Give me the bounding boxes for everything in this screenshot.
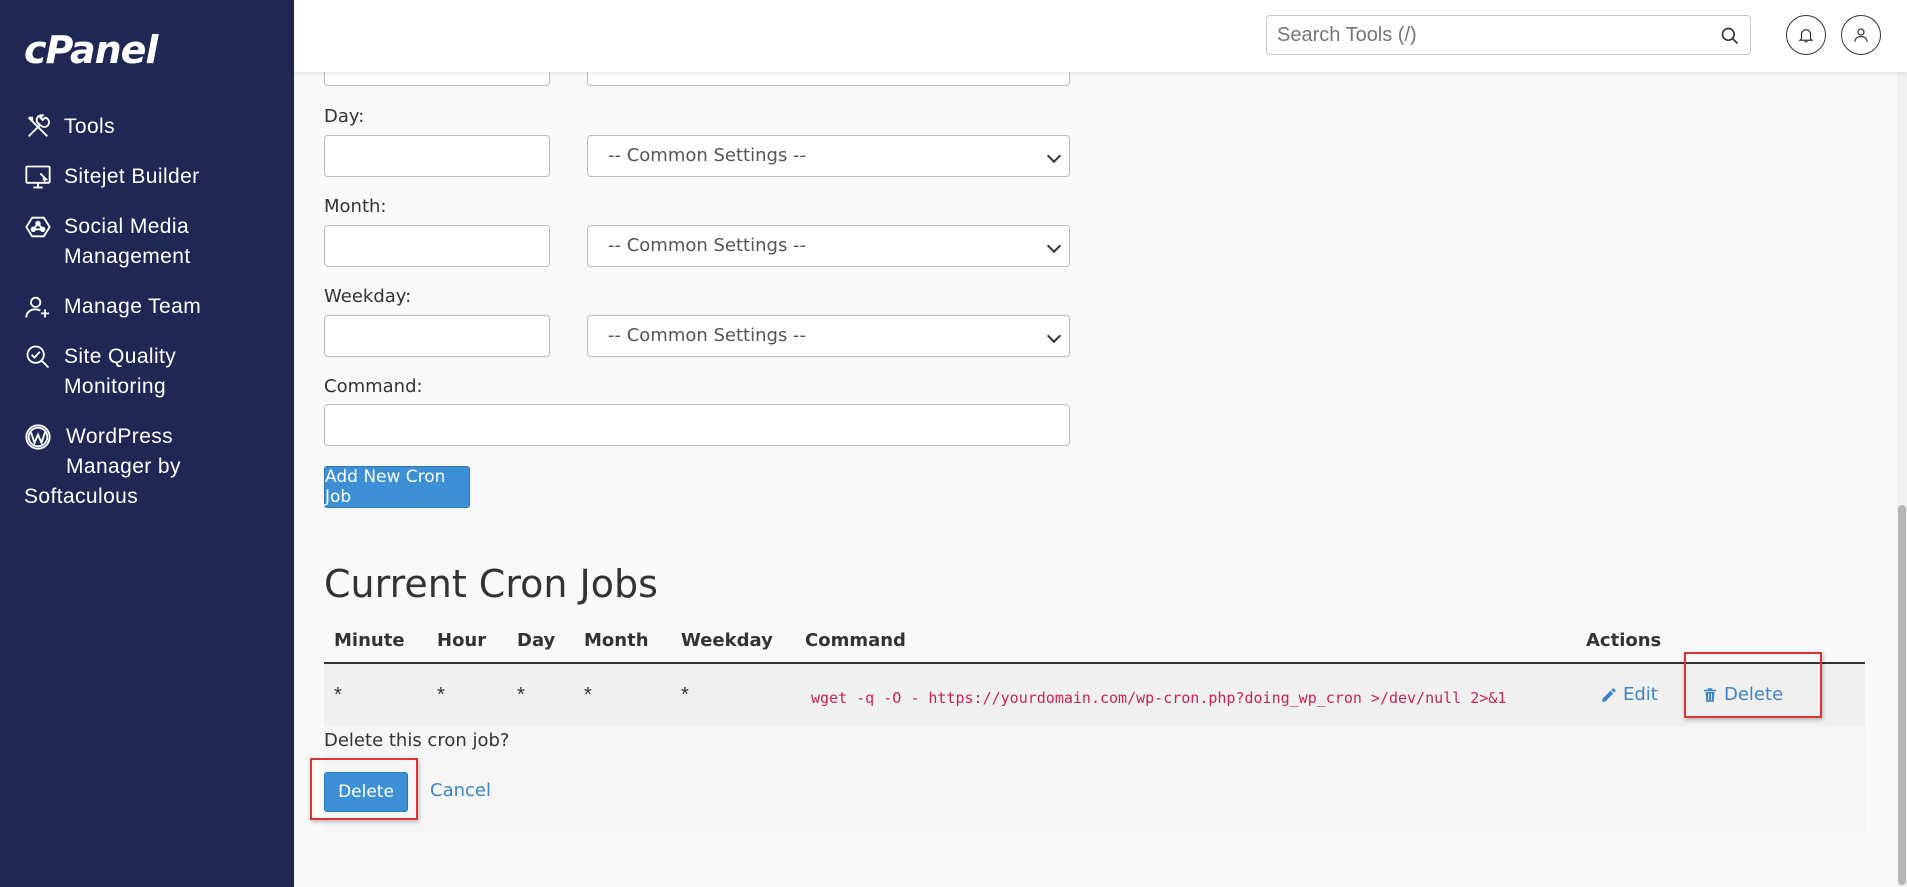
sidebar-item-label: Tools — [64, 115, 116, 138]
chevron-down-icon — [1046, 328, 1062, 344]
day-input[interactable] — [324, 135, 550, 177]
trash-icon — [1704, 687, 1716, 702]
select-value: -- Common Settings -- — [608, 145, 807, 166]
scrollbar-thumb[interactable] — [1898, 505, 1906, 885]
select-value: -- Common Settings -- — [608, 235, 807, 256]
sidebar-item-label: Social Media Management — [64, 212, 191, 272]
user-menu-button[interactable] — [1841, 15, 1881, 55]
label-line: Manager by — [66, 455, 181, 478]
label-line: Social Media — [64, 215, 190, 238]
cell-weekday: * — [681, 684, 689, 706]
chevron-down-icon — [1046, 148, 1062, 164]
sidebar-item-label: Manage Team — [64, 295, 202, 318]
col-weekday: Weekday — [681, 630, 773, 651]
cell-command: wget -q -O - https://yourdomain.com/wp-c… — [811, 689, 1507, 707]
delete-label: Delete — [1724, 684, 1784, 705]
sidebar-nav: Tools Sitejet Builder Social Media Manage… — [24, 112, 284, 532]
col-hour: Hour — [437, 630, 487, 651]
top-bar — [294, 0, 1907, 72]
sidebar-item-label: Site Quality Monitoring — [64, 342, 176, 402]
site-quality-icon — [24, 342, 64, 372]
col-command: Command — [805, 630, 906, 651]
sidebar-item-tools[interactable]: Tools — [24, 112, 284, 142]
label-line: WordPress — [66, 425, 174, 448]
manage-team-icon — [24, 292, 64, 322]
sidebar-item-social-media-management[interactable]: Social Media Management — [24, 212, 284, 272]
search-box — [1266, 15, 1751, 55]
cell-hour: * — [437, 684, 445, 706]
cell-month: * — [584, 684, 592, 706]
cell-day: * — [517, 684, 525, 706]
tools-icon — [24, 112, 64, 142]
search-input[interactable] — [1267, 16, 1697, 54]
page-scrollbar[interactable] — [1897, 0, 1907, 887]
sidebar: cPanel Tools Sitejet Builder Social Medi… — [0, 0, 294, 887]
wordpress-icon — [24, 422, 66, 452]
notifications-button[interactable] — [1786, 15, 1826, 55]
sidebar-item-site-quality-monitoring[interactable]: Site Quality Monitoring — [24, 342, 284, 402]
cell-minute: * — [334, 684, 342, 706]
weekday-input[interactable] — [324, 315, 550, 357]
table-row: * * * * * wget -q -O - https://yourdomai… — [324, 664, 1865, 726]
month-label: Month: — [324, 196, 387, 217]
sitejet-icon — [24, 162, 64, 192]
cron-table-header: Minute Hour Day Month Weekday Command Ac… — [324, 626, 1865, 664]
social-media-icon — [24, 212, 64, 242]
chevron-down-icon — [1046, 238, 1062, 254]
command-input[interactable] — [324, 404, 1070, 446]
weekday-label: Weekday: — [324, 286, 412, 307]
sidebar-item-wordpress-manager[interactable]: WordPress Manager by Softaculous — [24, 422, 284, 512]
cancel-link[interactable]: Cancel — [430, 780, 491, 801]
col-actions: Actions — [1586, 630, 1662, 651]
user-icon — [1854, 28, 1868, 42]
label-line: Site Quality — [64, 345, 177, 368]
label-line: Monitoring — [64, 375, 167, 398]
label-line: Management — [64, 245, 191, 268]
confirm-delete-button[interactable]: Delete — [324, 772, 408, 812]
bell-icon — [1798, 29, 1814, 43]
label-line: Softaculous — [24, 485, 139, 508]
search-icon[interactable] — [1720, 26, 1740, 46]
add-new-cron-job-button[interactable]: Add New Cron Job — [324, 466, 470, 508]
edit-link[interactable]: Edit — [1600, 684, 1658, 705]
weekday-common-settings-select[interactable]: -- Common Settings -- — [587, 315, 1070, 357]
col-day: Day — [517, 630, 556, 651]
day-common-settings-select[interactable]: -- Common Settings -- — [587, 135, 1070, 177]
edit-label: Edit — [1623, 684, 1658, 705]
day-label: Day: — [324, 106, 365, 127]
col-minute: Minute — [334, 630, 405, 651]
cpanel-logo[interactable]: cPanel — [24, 28, 158, 72]
delete-confirmation-text: Delete this cron job? — [324, 730, 510, 751]
main-content: Day: -- Common Settings -- Month: -- Com… — [294, 0, 1897, 887]
month-common-settings-select[interactable]: -- Common Settings -- — [587, 225, 1070, 267]
col-month: Month — [584, 630, 649, 651]
pencil-icon — [1602, 687, 1616, 702]
select-value: -- Common Settings -- — [608, 325, 807, 346]
sidebar-item-sitejet-builder[interactable]: Sitejet Builder — [24, 162, 284, 192]
month-input[interactable] — [324, 225, 550, 267]
current-cron-jobs-title: Current Cron Jobs — [324, 562, 658, 606]
delete-link[interactable]: Delete — [1701, 684, 1783, 705]
sidebar-item-manage-team[interactable]: Manage Team — [24, 292, 284, 322]
command-label: Command: — [324, 376, 423, 397]
delete-confirmation: Delete this cron job? — [324, 726, 1865, 832]
sidebar-item-label: Sitejet Builder — [64, 165, 200, 188]
